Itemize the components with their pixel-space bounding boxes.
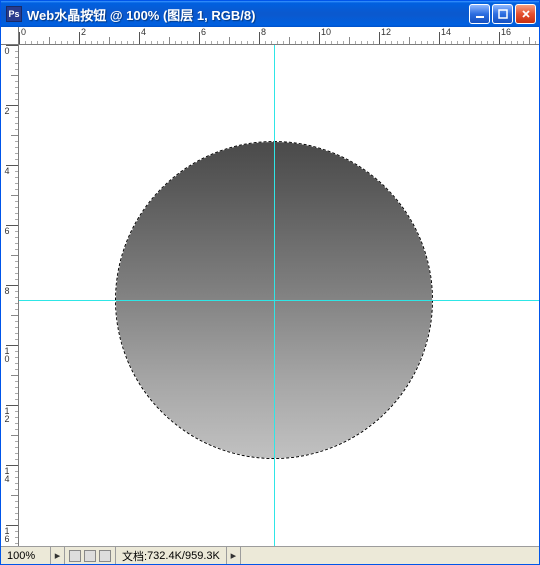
- ruler-label: 16: [2, 526, 11, 542]
- ruler-label: 0: [2, 46, 11, 54]
- ruler-label: 0: [21, 27, 26, 37]
- app-icon-label: Ps: [8, 9, 19, 19]
- ruler-label: 10: [2, 346, 11, 362]
- doc-info-arrow[interactable]: ▸: [227, 547, 241, 564]
- document-size[interactable]: 文档: 732.4K/959.3K: [116, 547, 227, 564]
- ruler-label: 12: [2, 406, 11, 422]
- document-window: Ps Web水晶按钮 @ 100% (图层 1, RGB/8) 0 2 4 6 8 10 1…: [0, 0, 540, 565]
- status-icon-group: [65, 547, 116, 564]
- doc-value: 732.4K/959.3K: [147, 550, 220, 562]
- ruler-label: 2: [81, 27, 86, 37]
- window-title: Web水晶按钮 @ 100% (图层 1, RGB/8): [27, 5, 469, 24]
- window-controls: [469, 4, 536, 24]
- zoom-menu-arrow[interactable]: ▸: [51, 547, 65, 564]
- app-icon: Ps: [6, 6, 22, 22]
- workspace: 0 2 4 6 8 10 12 14 16 0 2 4 6 8 10 12 14 16 100% ▸ 文档: 7…: [1, 27, 539, 564]
- ruler-label: 6: [201, 27, 206, 37]
- maximize-button[interactable]: [492, 4, 513, 24]
- title-bar[interactable]: Ps Web水晶按钮 @ 100% (图层 1, RGB/8): [1, 1, 539, 27]
- ruler-label: 8: [2, 286, 11, 294]
- canvas[interactable]: [19, 45, 539, 546]
- minimize-icon: [475, 9, 485, 19]
- status-bar: 100% ▸ 文档: 732.4K/959.3K ▸: [1, 546, 539, 564]
- zoom-level[interactable]: 100%: [1, 547, 51, 564]
- ruler-origin[interactable]: [1, 27, 19, 45]
- ruler-label: 14: [2, 466, 11, 482]
- horizontal-guide[interactable]: [19, 300, 539, 301]
- ruler-label: 14: [441, 27, 451, 37]
- ruler-label: 12: [381, 27, 391, 37]
- status-icon-1[interactable]: [69, 550, 81, 562]
- maximize-icon: [498, 9, 508, 19]
- ruler-label: 8: [261, 27, 266, 37]
- close-button[interactable]: [515, 4, 536, 24]
- vertical-guide[interactable]: [274, 45, 275, 546]
- horizontal-ruler[interactable]: 0 2 4 6 8 10 12 14 16: [19, 27, 539, 45]
- close-icon: [521, 9, 531, 19]
- ruler-label: 16: [501, 27, 511, 37]
- doc-label: 文档:: [122, 548, 147, 564]
- status-icon-2[interactable]: [84, 550, 96, 562]
- ruler-label: 2: [2, 106, 11, 114]
- chevron-right-icon: ▸: [55, 549, 61, 562]
- ruler-label: 6: [2, 226, 11, 234]
- vertical-ruler[interactable]: 0 2 4 6 8 10 12 14 16: [1, 45, 19, 546]
- status-icon-3[interactable]: [99, 550, 111, 562]
- minimize-button[interactable]: [469, 4, 490, 24]
- ruler-label: 10: [321, 27, 331, 37]
- ruler-label: 4: [2, 166, 11, 174]
- ruler-label: 4: [141, 27, 146, 37]
- chevron-right-icon: ▸: [231, 549, 237, 562]
